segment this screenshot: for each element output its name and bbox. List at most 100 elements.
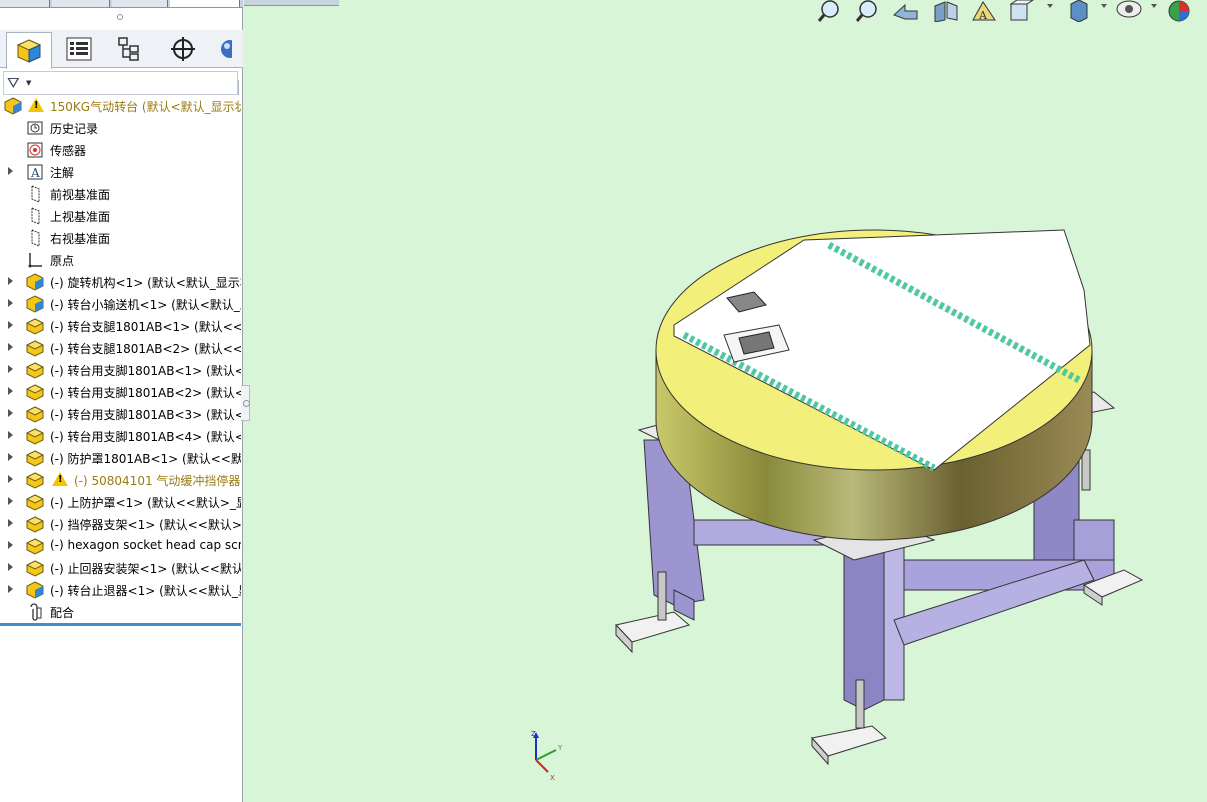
expand-arrow-icon[interactable] xyxy=(8,365,13,373)
tree-item[interactable]: (-) 转台支腿1801AB<2> (默认<<默 xyxy=(0,337,241,359)
tree-item[interactable]: (-) 上防护罩<1> (默认<<默认>_显 xyxy=(0,491,241,513)
tree-item-label: (-) 挡停器支架<1> (默认<<默认>_ xyxy=(50,518,241,532)
expand-arrow-icon[interactable] xyxy=(8,299,13,307)
tree-item[interactable]: A 注解 xyxy=(0,161,241,183)
tree-item-label: 历史记录 xyxy=(50,122,99,136)
tree-filter-box[interactable]: ⛛ ▼ xyxy=(3,71,238,95)
subassembly-icon xyxy=(26,273,44,291)
tree-item-label: (-) 转台支腿1801AB<2> (默认<<默 xyxy=(50,342,241,356)
tab-property-manager[interactable] xyxy=(56,32,102,66)
expand-arrow-icon[interactable] xyxy=(8,431,13,439)
rollback-bar[interactable] xyxy=(0,623,241,626)
display-style-icon[interactable] xyxy=(1065,0,1095,22)
manager-tabs: ◀ ▶ xyxy=(0,30,243,95)
tree-root[interactable]: 150KG气动转台 (默认<默认_显示状 xyxy=(0,95,241,117)
expand-arrow-icon[interactable] xyxy=(8,277,13,285)
tree-item-label: (-) 50804101 气动缓冲挡停器 xyxy=(74,474,241,488)
tree-item[interactable]: (-) 挡停器支架<1> (默认<<默认>_ xyxy=(0,513,241,535)
tree-item-label: 原点 xyxy=(50,254,75,268)
tree-item[interactable]: (-) 转台用支脚1801AB<1> (默认<< xyxy=(0,359,241,381)
hide-show-dropdown-icon[interactable] xyxy=(1151,4,1157,8)
tree-item[interactable]: (-) 旋转机构<1> (默认<默认_显示状 xyxy=(0,271,241,293)
feature-manager-panel: ◀ ▶ ⛛ ▼ 150KG气动转台 (默认<默认_显示状 历史记录传感器 A 注解前… xyxy=(0,0,243,802)
part-icon xyxy=(26,318,44,335)
command-tab-active[interactable] xyxy=(170,0,240,7)
tab-display-manager[interactable] xyxy=(212,32,242,66)
dynamic-annotation-icon[interactable]: A xyxy=(969,0,999,22)
tab-configuration-manager[interactable] xyxy=(106,32,152,66)
command-manager-tab-strip xyxy=(0,0,243,8)
part-icon xyxy=(26,384,44,401)
section-view-icon[interactable] xyxy=(931,0,961,22)
expand-arrow-icon[interactable] xyxy=(8,563,13,571)
expand-arrow-icon[interactable] xyxy=(8,409,13,417)
mates-icon xyxy=(30,603,42,621)
tree-item-label: 传感器 xyxy=(50,144,87,158)
command-tab[interactable] xyxy=(52,0,110,7)
tree-item[interactable]: 前视基准面 xyxy=(0,183,241,205)
zoom-to-area-icon[interactable] xyxy=(853,0,883,22)
triad-z-label: Z xyxy=(531,730,536,738)
filter-dropdown-arrow-icon[interactable]: ▼ xyxy=(26,79,31,87)
command-tab[interactable] xyxy=(112,0,168,7)
part-icon xyxy=(26,516,44,533)
configuration-manager-icon xyxy=(118,37,139,61)
previous-view-icon[interactable] xyxy=(891,0,921,22)
origin-icon xyxy=(28,253,42,268)
expand-arrow-icon[interactable] xyxy=(8,453,13,461)
edit-appearance-icon[interactable] xyxy=(1165,0,1195,22)
plane-icon xyxy=(31,207,40,225)
view-orientation-icon[interactable] xyxy=(1007,0,1037,22)
expand-arrow-icon[interactable] xyxy=(8,387,13,395)
tree-item[interactable]: (-) 转台小输送机<1> (默认<默认_显 xyxy=(0,293,241,315)
tree-item[interactable]: (-) 转台用支脚1801AB<2> (默认<< xyxy=(0,381,241,403)
tree-item[interactable]: 历史记录 xyxy=(0,117,241,139)
tree-item[interactable]: (-) 转台支腿1801AB<1> (默认<<默 xyxy=(0,315,241,337)
panel-grip-handle[interactable] xyxy=(117,14,123,20)
tree-item[interactable]: (-) 50804101 气动缓冲挡停器 xyxy=(0,469,241,491)
tree-item-label: (-) 转台用支脚1801AB<3> (默认<< xyxy=(50,408,241,422)
expand-arrow-icon[interactable] xyxy=(8,497,13,505)
tab-dimxpert-manager[interactable] xyxy=(160,32,206,66)
hide-show-items-icon[interactable] xyxy=(1115,0,1145,22)
plane-icon xyxy=(31,229,40,247)
tree-item[interactable]: (-) hexagon socket head cap scre xyxy=(0,535,241,557)
part-icon xyxy=(26,538,44,555)
part-icon xyxy=(26,494,44,511)
zoom-to-fit-icon[interactable] xyxy=(817,0,847,22)
tree-item[interactable]: (-) 转台用支脚1801AB<4> (默认<< xyxy=(0,425,241,447)
tab-feature-manager[interactable] xyxy=(6,32,52,69)
expand-arrow-icon[interactable] xyxy=(8,343,13,351)
tree-item[interactable]: 传感器 xyxy=(0,139,241,161)
tree-item-label: (-) 防护罩1801AB<1> (默认<<默认 xyxy=(50,452,241,466)
dimxpert-icon xyxy=(171,37,195,61)
part-icon xyxy=(26,560,44,577)
triad-x-label: X xyxy=(550,774,555,782)
coordinate-triad: Z Y X xyxy=(531,730,563,782)
tree-item[interactable]: (-) 转台用支脚1801AB<3> (默认<< xyxy=(0,403,241,425)
expand-arrow-icon[interactable] xyxy=(8,519,13,527)
view-orientation-dropdown-icon[interactable] xyxy=(1047,4,1053,8)
tree-item[interactable]: (-) 止回器安装架<1> (默认<<默认 xyxy=(0,557,241,579)
command-tab[interactable] xyxy=(0,0,50,7)
heads-up-view-toolbar: A xyxy=(815,0,1207,24)
part-icon xyxy=(26,340,44,357)
part-icon xyxy=(26,450,44,467)
model-render xyxy=(615,229,1144,766)
tree-item-label: 上视基准面 xyxy=(50,210,111,224)
tree-item[interactable]: 右视基准面 xyxy=(0,227,241,249)
graphics-viewport[interactable]: Z Y X xyxy=(244,0,1207,802)
expand-arrow-icon[interactable] xyxy=(8,585,13,593)
assembly-icon xyxy=(4,97,22,115)
tree-item[interactable]: 上视基准面 xyxy=(0,205,241,227)
display-style-dropdown-icon[interactable] xyxy=(1101,4,1107,8)
tree-item[interactable]: (-) 防护罩1801AB<1> (默认<<默认 xyxy=(0,447,241,469)
expand-arrow-icon[interactable] xyxy=(8,321,13,329)
expand-arrow-icon[interactable] xyxy=(8,475,13,483)
warning-icon xyxy=(52,472,68,486)
expand-arrow-icon[interactable] xyxy=(8,541,13,549)
tree-item[interactable]: 配合 xyxy=(0,601,241,623)
expand-arrow-icon[interactable] xyxy=(8,167,13,175)
tree-item[interactable]: 原点 xyxy=(0,249,241,271)
tree-item[interactable]: (-) 转台止退器<1> (默认<<默认_显示 xyxy=(0,579,241,601)
